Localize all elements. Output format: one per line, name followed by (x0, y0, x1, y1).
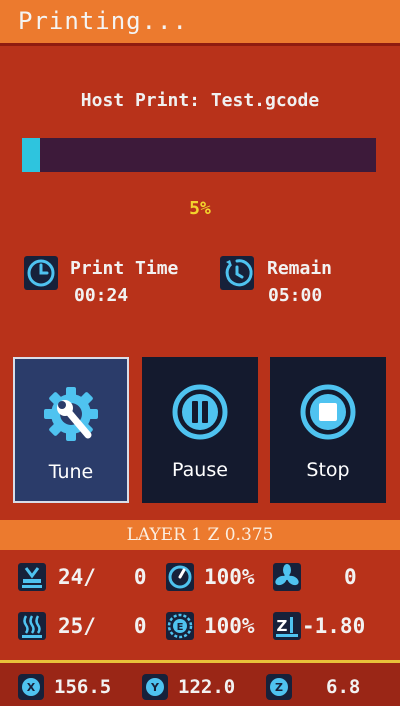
svg-text:X: X (27, 681, 36, 694)
remain-value: 05:00 (268, 285, 323, 306)
x-axis-icon: X (18, 674, 44, 700)
svg-text:E: E (177, 622, 184, 633)
y-position-value: 122.0 (178, 676, 236, 698)
remain-label: Remain (267, 258, 333, 279)
stop-icon (270, 381, 386, 447)
pause-icon (142, 381, 258, 447)
feedrate-value: 100% (204, 565, 255, 589)
z-axis-icon: Z (266, 674, 292, 700)
svg-text:Z: Z (275, 681, 283, 694)
title-bar: Printing... (0, 0, 400, 46)
page-title: Printing... (18, 7, 188, 35)
progress-bar (22, 138, 376, 172)
x-position-value: 156.5 (54, 676, 112, 698)
progress-percent: 5% (189, 198, 211, 219)
timer-icon (220, 256, 254, 290)
stop-label: Stop (306, 459, 350, 481)
bed-temp-value: 24/ 0 (58, 565, 147, 589)
layer-status-bar: LAYER 1 Z 0.375 (0, 520, 400, 550)
progress-fill (22, 138, 40, 172)
pause-label: Pause (172, 459, 228, 481)
bed-temperature-icon (18, 563, 46, 591)
print-time-label: Print Time (70, 258, 179, 279)
nozzle-heat-icon (18, 612, 46, 640)
z-offset-icon: Z (273, 612, 301, 640)
tune-label: Tune (48, 461, 94, 483)
fan-icon (273, 563, 301, 591)
pause-button[interactable]: Pause (142, 357, 258, 503)
nozzle-temp-value: 25/ 0 (58, 614, 147, 638)
gear-wrench-icon (15, 383, 127, 449)
layer-text: LAYER 1 Z 0.375 (126, 525, 274, 545)
flow-value: 100% (204, 614, 255, 638)
print-time-value: 00:24 (74, 285, 129, 306)
stop-button[interactable]: Stop (270, 357, 386, 503)
clock-icon (24, 256, 58, 290)
flow-icon: E (166, 612, 194, 640)
z-position-value: 6.8 (326, 676, 361, 698)
tune-button[interactable]: Tune (13, 357, 129, 503)
speed-gauge-icon (166, 563, 194, 591)
y-axis-icon: Y (142, 674, 168, 700)
file-name-label: Host Print: Test.gcode (80, 90, 320, 111)
position-bar: X 156.5 Y 122.0 Z 6.8 (0, 660, 400, 706)
svg-text:Z: Z (277, 617, 288, 635)
fan-speed-value: 0 (344, 565, 357, 589)
z-offset-value: -1.80 (302, 614, 366, 638)
svg-text:Y: Y (150, 681, 160, 694)
